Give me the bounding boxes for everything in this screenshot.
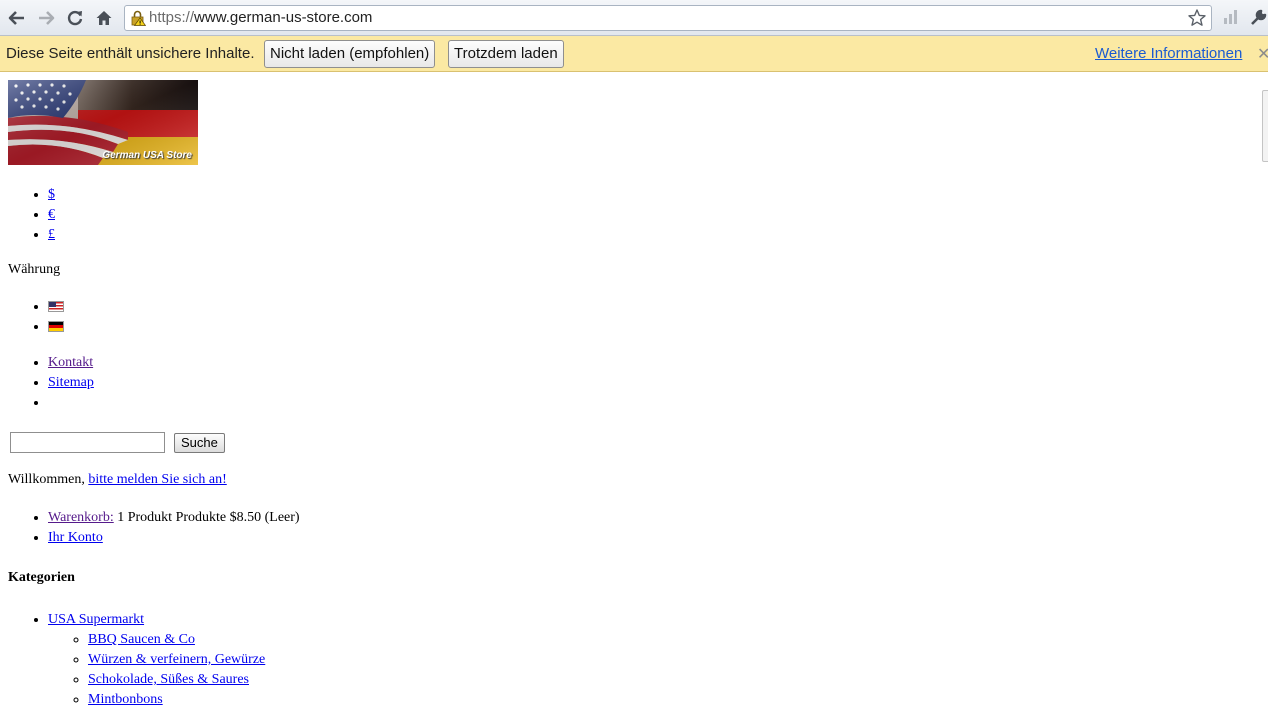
url-host: www.german-us-store.com [194, 9, 373, 26]
browser-toolbar: https://www.german-us-store.com [0, 0, 1268, 36]
currency-pound-link[interactable]: £ [48, 227, 55, 242]
currency-label: Währung [8, 262, 61, 277]
cart-summary: 1 Produkt Produkte $8.50 (Leer) [117, 510, 300, 525]
bookmark-star-icon[interactable] [1187, 8, 1207, 28]
list-item: Warenkorb: 1 Produkt Produkte $8.50 (Lee… [48, 508, 300, 528]
infobar-message: Diese Seite enthält unsichere Inhalte. [6, 45, 255, 62]
contact-link[interactable]: Kontakt [48, 355, 93, 370]
account-link[interactable]: Ihr Konto [48, 530, 103, 545]
list-item: £ [48, 225, 55, 245]
currency-euro-link[interactable]: € [48, 207, 55, 222]
list-item: Schokolade, Süßes & Saures [88, 670, 265, 690]
list-item: Mintbonbons [88, 690, 265, 710]
more-info-link[interactable]: Weitere Informationen [1095, 45, 1242, 62]
list-item: BBQ Saucen & Co [88, 630, 265, 650]
cart-link[interactable]: Warenkorb: [48, 510, 114, 525]
categories-heading: Kategorien [8, 570, 75, 585]
subcategory-chocolate-link[interactable]: Schokolade, Süßes & Saures [88, 672, 249, 687]
load-anyway-button[interactable]: Trotzdem laden [448, 40, 564, 68]
subcategory-mints-link[interactable]: Mintbonbons [88, 692, 163, 707]
list-item: Ihr Konto [48, 528, 300, 548]
currency-dollar-link[interactable]: $ [48, 187, 55, 202]
info-links-list: Kontakt Sitemap [48, 353, 94, 413]
insecure-lock-warning-icon [131, 10, 146, 26]
cart-list: Warenkorb: 1 Produkt Produkte $8.50 (Lee… [48, 508, 300, 548]
forward-button[interactable] [34, 6, 58, 30]
address-bar[interactable]: https://www.german-us-store.com [124, 5, 1212, 31]
insecure-content-infobar: Diese Seite enthält unsichere Inhalte. N… [0, 36, 1268, 72]
list-item: USA Supermarkt BBQ Saucen & Co Würzen & … [48, 610, 265, 710]
search-button[interactable]: Suche [174, 433, 225, 453]
subcategory-spices-link[interactable]: Würzen & verfeinern, Gewürze [88, 652, 265, 667]
currency-list: $ € £ [48, 185, 55, 245]
list-item: $ [48, 185, 55, 205]
list-item: € [48, 205, 55, 225]
us-flag-icon[interactable] [48, 301, 64, 313]
list-item [48, 393, 94, 413]
url-scheme: https:// [149, 9, 195, 26]
language-list [48, 297, 64, 337]
back-button[interactable] [5, 6, 29, 30]
login-link[interactable]: bitte melden Sie sich an! [88, 472, 226, 487]
welcome-line: Willkommen, bitte melden Sie sich an! [8, 472, 227, 488]
subcategory-bbq-link[interactable]: BBQ Saucen & Co [88, 632, 195, 647]
list-item: Würzen & verfeinern, Gewürze [88, 650, 265, 670]
wrench-icon[interactable] [1248, 8, 1268, 28]
reload-icon [67, 10, 83, 26]
home-icon [96, 11, 112, 25]
list-item: Sitemap [48, 373, 94, 393]
list-item [48, 317, 64, 337]
infobar-close-icon[interactable]: ✕ [1257, 44, 1268, 64]
page-action-bars-icon[interactable] [1222, 8, 1240, 26]
category-usa-supermarkt-link[interactable]: USA Supermarkt [48, 612, 144, 627]
dont-load-button[interactable]: Nicht laden (empfohlen) [264, 40, 436, 68]
sitemap-link[interactable]: Sitemap [48, 375, 94, 390]
search-input[interactable] [10, 432, 165, 453]
list-item [48, 297, 64, 317]
de-flag-icon[interactable] [48, 321, 64, 333]
logo-caption: German USA Store [102, 150, 192, 161]
page-content: German USA Store $ € £ Währung Kontakt S… [0, 72, 1262, 712]
home-button[interactable] [92, 6, 116, 30]
address-url: https://www.german-us-store.com [149, 9, 372, 26]
welcome-text: Willkommen, [8, 472, 85, 487]
back-arrow-icon [8, 11, 24, 25]
vertical-scrollbar[interactable] [1262, 90, 1268, 162]
list-item: Kontakt [48, 353, 94, 373]
categories-list: USA Supermarkt BBQ Saucen & Co Würzen & … [48, 610, 265, 710]
store-logo[interactable]: German USA Store [8, 80, 198, 165]
forward-arrow-icon [39, 11, 55, 25]
subcategory-list: BBQ Saucen & Co Würzen & verfeinern, Gew… [88, 630, 265, 710]
reload-button[interactable] [63, 6, 87, 30]
